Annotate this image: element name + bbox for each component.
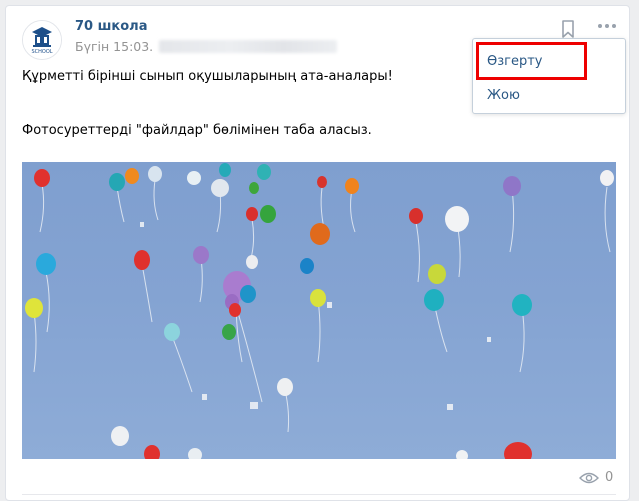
more-horizontal-icon[interactable] [596,20,618,32]
edit-menu-item[interactable]: Өзгерту [473,47,625,77]
school-logo: SCHOOL [23,21,61,59]
balloons-image [25,163,614,466]
bookmark-icon[interactable] [560,19,576,39]
redacted-text [159,40,338,53]
post-author[interactable]: 70 школа [75,19,147,34]
post-actions-menu: Өзгерту Жою [472,38,626,114]
views-counter: 0 [579,470,613,485]
avatar[interactable]: SCHOOL [22,20,62,60]
divider [22,494,616,495]
post-date[interactable]: Бүгін 15:03. [75,39,153,54]
post-photo-balloons[interactable] [22,162,616,466]
views-count: 0 [605,470,614,485]
avatar-caption: SCHOOL [31,49,52,55]
post-date-row: Бүгін 15:03. [75,39,338,54]
delete-menu-item[interactable]: Жою [473,81,625,111]
eye-icon [579,472,599,483]
post-text-line-2: Фотосуреттерді "файлдар" бөлімінен таба … [22,123,372,138]
